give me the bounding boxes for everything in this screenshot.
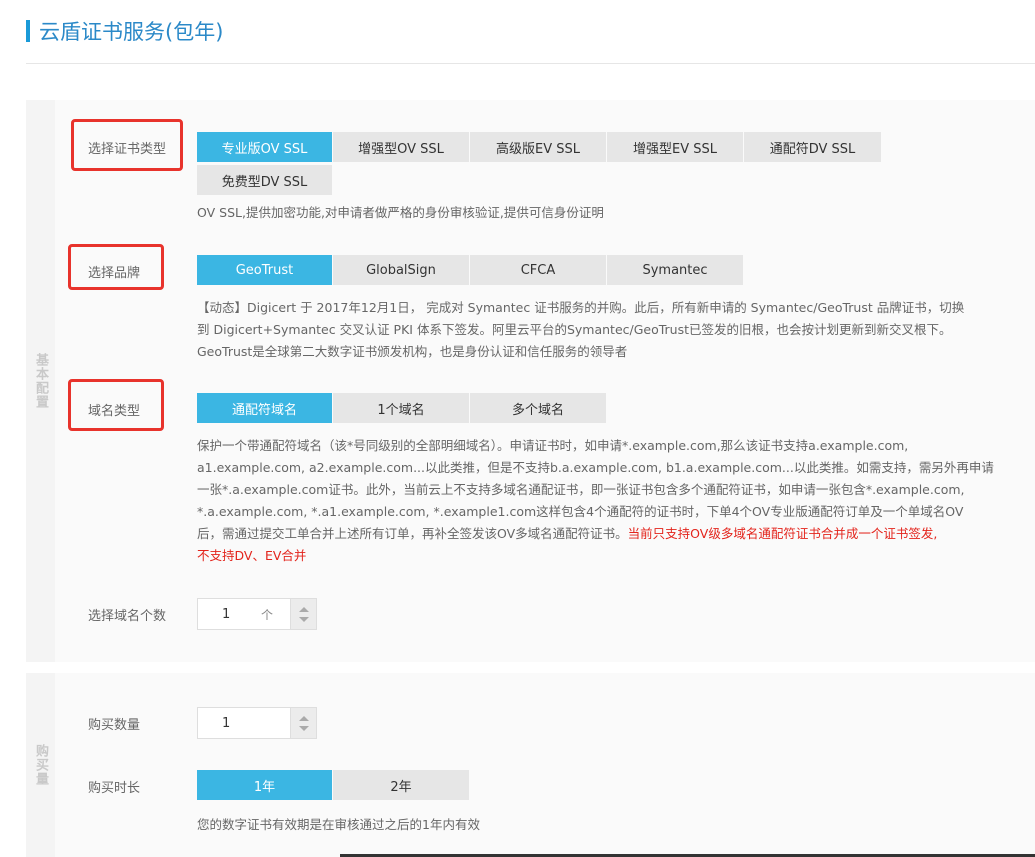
cert-option-advanced-ev[interactable]: 高级版EV SSL <box>470 132 607 162</box>
domain-option-single[interactable]: 1个域名 <box>333 393 470 423</box>
duration-label: 购买时长 <box>88 781 141 796</box>
cert-option-free-dv[interactable]: 免费型DV SSL <box>197 165 333 195</box>
brand-description-line: 到 Digicert+Symantec 交叉认证 PKI 体系下签发。阿里云平台… <box>197 322 952 337</box>
increment-arrow-icon[interactable] <box>298 606 309 612</box>
purchase-label: 购买量 <box>33 744 48 786</box>
domain-count-stepper: 1 个 <box>197 598 317 630</box>
brand-option-geotrust[interactable]: GeoTrust <box>197 255 333 285</box>
cert-option-pro-ov[interactable]: 专业版OV SSL <box>197 132 333 162</box>
brand-option-globalsign[interactable]: GlobalSign <box>333 255 470 285</box>
title-divider <box>26 63 1035 64</box>
page-title: 云盾证书服务(包年) <box>39 20 224 44</box>
increment-arrow-icon[interactable] <box>298 715 309 721</box>
domain-type-label: 域名类型 <box>88 404 141 419</box>
brand-label: 选择品牌 <box>88 266 141 281</box>
basic-config-section: 基本配置 <box>26 100 1035 662</box>
domain-description-line: 保护一个带通配符域名（该*号同级别的全部明细域名）。申请证书时，如申请*.exa… <box>197 438 909 453</box>
brand-description-line: 【动态】Digicert 于 2017年12月1日， 完成对 Symantec … <box>197 300 965 315</box>
quantity-arrows <box>291 707 317 739</box>
domain-description-text: 后，需通过提交工单合并上述所有订单，再补全签发该OV多域名通配符证书。 <box>197 526 628 541</box>
cert-option-enhanced-ev[interactable]: 增强型EV SSL <box>607 132 744 162</box>
domain-count-input[interactable]: 1 <box>197 598 291 630</box>
decrement-arrow-icon[interactable] <box>298 725 309 731</box>
domain-option-wildcard[interactable]: 通配符域名 <box>197 393 333 423</box>
quantity-label: 购买数量 <box>88 718 141 733</box>
cert-type-label: 选择证书类型 <box>88 142 167 157</box>
page-header: 云盾证书服务(包年) <box>26 16 223 46</box>
domain-description-line: a1.example.com, a2.example.com...以此类推，但是… <box>197 460 994 475</box>
domain-type-description: 保护一个带通配符域名（该*号同级别的全部明细域名）。申请证书时，如申请*.exa… <box>197 435 1027 567</box>
duration-option-1year[interactable]: 1年 <box>197 770 333 800</box>
cert-option-wildcard-dv[interactable]: 通配符DV SSL <box>744 132 882 162</box>
brand-description: 【动态】Digicert 于 2017年12月1日， 完成对 Symantec … <box>197 297 1027 363</box>
quantity-stepper: 1 <box>197 707 317 739</box>
domain-count-label: 选择域名个数 <box>88 609 167 624</box>
cert-type-description: OV SSL,提供加密功能,对申请者做严格的身份审核验证,提供可信身份证明 <box>197 205 604 220</box>
domain-count-unit: 个 <box>261 608 274 622</box>
brand-option-symantec[interactable]: Symantec <box>607 255 744 285</box>
duration-description: 您的数字证书有效期是在审核通过之后的1年内有效 <box>197 817 480 832</box>
domain-description-line: *.a.example.com, *.a1.example.com, *.exa… <box>197 504 964 519</box>
cert-option-enhanced-ov[interactable]: 增强型OV SSL <box>333 132 470 162</box>
decrement-arrow-icon[interactable] <box>298 616 309 622</box>
basic-config-label: 基本配置 <box>33 353 48 409</box>
brand-option-cfca[interactable]: CFCA <box>470 255 607 285</box>
domain-description-line: 后，需通过提交工单合并上述所有订单，再补全签发该OV多域名通配符证书。当前只支持… <box>197 523 1027 545</box>
domain-warning-line: 不支持DV、EV合并 <box>197 548 307 563</box>
domain-description-line: 一张*.a.example.com证书。此外，当前云上不支持多域名通配证书，即一… <box>197 482 965 497</box>
duration-option-2year[interactable]: 2年 <box>333 770 470 800</box>
brand-description-line: GeoTrust是全球第二大数字证书颁发机构，也是身份认证和信任服务的领导者 <box>197 344 628 359</box>
domain-count-arrows <box>291 598 317 630</box>
quantity-input[interactable]: 1 <box>197 707 291 739</box>
title-accent-bar <box>26 20 30 42</box>
domain-warning-text: 当前只支持OV级多域名通配符证书合并成一个证书签发, <box>627 526 938 541</box>
domain-option-multiple[interactable]: 多个域名 <box>470 393 607 423</box>
